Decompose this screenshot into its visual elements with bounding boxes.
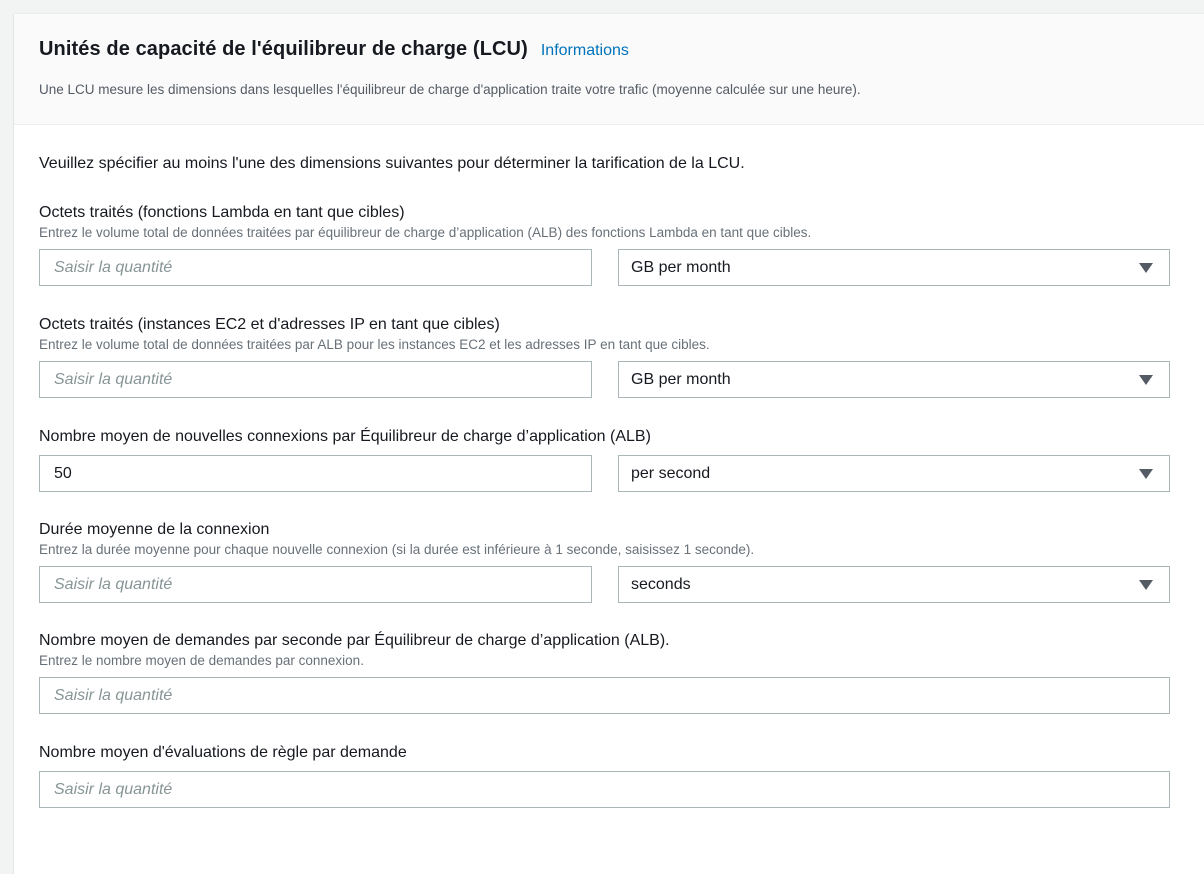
field-label: Nombre moyen de demandes par seconde par… [39,632,670,649]
bytes-ec2-unit-select[interactable]: GB per month [618,361,1170,398]
panel-body: Veuillez spécifier au moins l'une des di… [14,125,1204,836]
bytes-lambda-input[interactable]: Saisir la quantité [39,249,592,286]
panel-description: Une LCU mesure les dimensions dans lesqu… [39,82,861,97]
intro-text: Veuillez spécifier au moins l'une des di… [39,155,745,172]
new-connections-input[interactable]: 50 [39,455,592,492]
field-label: Durée moyenne de la connexion [39,521,270,538]
field-requests-per-second: Nombre moyen de demandes par seconde par… [39,631,1179,743]
caret-down-icon [1139,579,1153,590]
select-value: seconds [631,575,691,593]
field-label: Octets traités (instances EC2 et d'adres… [39,316,500,333]
informations-link[interactable]: Informations [541,42,629,60]
caret-down-icon [1139,374,1153,385]
field-new-connections: Nombre moyen de nouvelles connexions par… [39,427,1179,520]
input-placeholder: Saisir la quantité [54,258,173,276]
connection-duration-unit-select[interactable]: seconds [618,566,1170,603]
new-connections-unit-select[interactable]: per second [618,455,1170,492]
title-row: Unités de capacité de l'équilibreur de c… [39,38,1179,61]
field-description: Entrez le nombre moyen de demandes par c… [39,653,364,668]
select-value: per second [631,464,711,482]
lcu-panel: Unités de capacité de l'équilibreur de c… [14,13,1204,874]
panel-header: Unités de capacité de l'équilibreur de c… [14,14,1204,125]
field-label: Octets traités (fonctions Lambda en tant… [39,204,405,221]
field-bytes-ec2: Octets traités (instances EC2 et d'adres… [39,315,1179,427]
panel-title: Unités de capacité de l'équilibreur de c… [39,38,528,60]
bytes-ec2-input[interactable]: Saisir la quantité [39,361,592,398]
input-placeholder: Saisir la quantité [54,780,173,798]
field-label: Nombre moyen de nouvelles connexions par… [39,428,651,445]
input-placeholder: Saisir la quantité [54,370,173,388]
bytes-lambda-unit-select[interactable]: GB per month [618,249,1170,286]
caret-down-icon [1139,468,1153,479]
caret-down-icon [1139,262,1153,273]
select-value: GB per month [631,258,731,276]
field-rule-evaluations: Nombre moyen d'évaluations de règle par … [39,743,1179,836]
input-placeholder: Saisir la quantité [54,686,173,704]
rule-evaluations-input[interactable]: Saisir la quantité [39,771,1170,808]
connection-duration-input[interactable]: Saisir la quantité [39,566,592,603]
input-placeholder: Saisir la quantité [54,575,173,593]
field-bytes-lambda: Octets traités (fonctions Lambda en tant… [39,203,1179,315]
requests-per-second-input[interactable]: Saisir la quantité [39,677,1170,714]
field-connection-duration: Durée moyenne de la connexion Entrez la … [39,520,1179,631]
field-description: Entrez la durée moyenne pour chaque nouv… [39,542,755,557]
input-value: 50 [54,464,72,482]
select-value: GB per month [631,370,731,388]
field-label: Nombre moyen d'évaluations de règle par … [39,744,407,761]
field-description: Entrez le volume total de données traité… [39,225,812,240]
field-description: Entrez le volume total de données traité… [39,337,710,352]
